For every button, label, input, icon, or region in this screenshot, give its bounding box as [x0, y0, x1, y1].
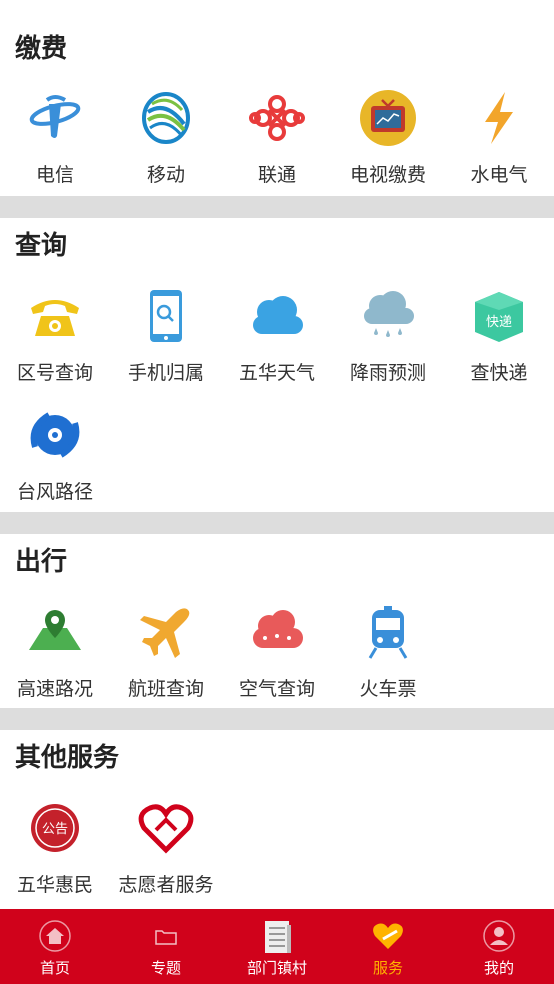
service-china-unicom[interactable]: 联通: [222, 90, 332, 200]
service-label: 降雨预测: [349, 362, 426, 384]
service-label: 手机归属: [127, 362, 204, 384]
service-label: 高速路况: [16, 678, 93, 700]
package-icon: 快递: [475, 292, 523, 342]
service-label: 电信: [35, 164, 74, 186]
service-label: 空气查询: [238, 678, 315, 700]
service-air-quality[interactable]: 空气查询: [222, 604, 332, 714]
service-label: 联通: [257, 164, 296, 186]
tab-services[interactable]: 服务: [333, 909, 443, 984]
section-divider: [0, 196, 554, 218]
map-pin-icon: [29, 610, 81, 650]
tab-profile[interactable]: 我的: [444, 909, 554, 984]
service-volunteer[interactable]: 志愿者服务: [111, 800, 221, 910]
cloud-icon: [253, 296, 303, 334]
seal-badge-text: 公告: [42, 822, 68, 837]
service-wuhua-benefit[interactable]: 公告 五华惠民: [0, 800, 110, 910]
service-area-code[interactable]: 区号查询: [0, 288, 110, 398]
bottom-tab-bar: 首页 专题 部门镇村 服务 我的: [0, 909, 554, 984]
section-divider: [0, 708, 554, 730]
train-icon: [368, 606, 408, 659]
section-query: 查询 区号查询 手机归属 五华天气 降雨预测 快递 查快递 台风路径: [0, 218, 554, 512]
service-utilities[interactable]: 水电气: [444, 90, 554, 200]
service-train-ticket[interactable]: 火车票: [333, 604, 443, 714]
section-title: 其他服务: [15, 743, 120, 773]
service-express[interactable]: 快递 查快递: [444, 288, 554, 398]
telecom-logo-icon: [29, 95, 81, 138]
tab-label: 服务: [372, 959, 403, 977]
document-icon: [265, 921, 291, 953]
phone-search-icon: [150, 290, 182, 342]
tab-label: 我的: [483, 959, 514, 977]
china-mobile-logo-icon: [142, 92, 190, 144]
service-label: 查快递: [470, 362, 528, 384]
service-label: 志愿者服务: [118, 874, 214, 896]
section-payment: 缴费 电信 移动 联通 电视缴费 水电气: [0, 0, 554, 196]
services-page: 缴费 电信 移动 联通 电视缴费 水电气 查询 区号查询 手机归属 五华天气 降…: [0, 0, 554, 984]
smog-cloud-icon: [253, 610, 303, 648]
service-label: 航班查询: [127, 678, 204, 700]
section-other-services: 其他服务 公告 五华惠民 志愿者服务: [0, 730, 554, 909]
china-unicom-logo-icon: [249, 95, 305, 141]
telephone-icon: [31, 300, 79, 336]
typhoon-icon: [30, 412, 80, 458]
notice-seal-icon: 公告: [31, 804, 79, 852]
tab-label: 部门镇村: [246, 959, 307, 977]
rain-cloud-icon: [364, 291, 414, 337]
tab-label: 专题: [150, 959, 181, 977]
lightning-icon: [485, 92, 513, 144]
section-title: 缴费: [15, 34, 68, 64]
tab-topics[interactable]: 专题: [111, 909, 221, 984]
service-label: 移动: [146, 164, 185, 186]
user-icon: [483, 920, 515, 952]
service-tv-payment[interactable]: 电视缴费: [333, 90, 443, 200]
tab-label: 首页: [39, 959, 70, 977]
service-typhoon-path[interactable]: 台风路径: [0, 407, 110, 517]
home-icon: [39, 920, 71, 952]
package-badge-text: 快递: [486, 315, 512, 330]
heart-service-icon: [373, 923, 403, 949]
service-label: 火车票: [359, 678, 417, 700]
service-china-mobile[interactable]: 移动: [111, 90, 221, 200]
airplane-icon: [140, 608, 190, 658]
service-flight-query[interactable]: 航班查询: [111, 604, 221, 714]
section-title: 查询: [15, 231, 68, 261]
service-label: 五华惠民: [16, 874, 93, 896]
tab-home[interactable]: 首页: [0, 909, 110, 984]
service-label: 区号查询: [16, 362, 93, 384]
service-label: 水电气: [470, 164, 528, 186]
service-weather[interactable]: 五华天气: [222, 288, 332, 398]
folder-icon: [155, 930, 177, 945]
tv-icon: [360, 90, 416, 146]
volunteer-heart-icon: [138, 804, 194, 854]
section-title: 出行: [15, 547, 68, 577]
service-rain-forecast[interactable]: 降雨预测: [333, 288, 443, 398]
service-phone-location[interactable]: 手机归属: [111, 288, 221, 398]
service-label: 五华天气: [238, 362, 315, 384]
service-highway-status[interactable]: 高速路况: [0, 604, 110, 714]
section-divider: [0, 512, 554, 534]
tab-departments[interactable]: 部门镇村: [222, 909, 332, 984]
service-telecom[interactable]: 电信: [0, 90, 110, 200]
section-travel: 出行 高速路况 航班查询 空气查询 火车票: [0, 534, 554, 708]
service-label: 电视缴费: [349, 164, 426, 186]
service-label: 台风路径: [16, 481, 93, 503]
